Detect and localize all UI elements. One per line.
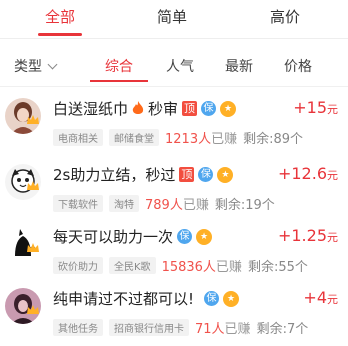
tab-simple[interactable]: 简单: [157, 6, 187, 27]
crown-icon: [27, 243, 39, 252]
bonus-icon: ★: [220, 100, 237, 117]
category-tag: 其他任务: [53, 319, 103, 336]
bonus-icon: ★: [217, 166, 234, 183]
remaining-count: 剩余:19个: [214, 198, 275, 213]
category-tag: 下载软件: [53, 195, 103, 212]
earned-label: 已赚: [215, 260, 242, 275]
divider: [0, 86, 348, 87]
fire-icon: [132, 101, 144, 114]
app-tag: 招商银行信用卡: [109, 319, 189, 336]
sort-active-indicator: [90, 80, 148, 82]
earned-label: 已赚: [211, 132, 238, 147]
earned-count: 1213人: [165, 132, 212, 147]
app-tag: 全民K歌: [109, 257, 156, 274]
reward-amount: +15元: [293, 98, 338, 117]
category-tag: 电商相关: [53, 129, 103, 146]
category-tag: 砍价助力: [53, 257, 103, 274]
task-list-item[interactable]: 纯申请过不过都可以! 保 ★ +4元 其他任务 招商银行信用卡 71人 已赚 剩…: [0, 282, 348, 346]
task-meta-row: 电商相关 邮储食堂 1213人 已赚 剩余:89个: [53, 128, 303, 147]
remaining-count: 剩余:89个: [243, 132, 304, 147]
active-tab-indicator: [38, 33, 82, 36]
remaining-count: 剩余:7个: [256, 322, 309, 337]
earned-label: 已赚: [182, 198, 209, 213]
sort-tab-popularity[interactable]: 人气: [166, 56, 194, 76]
guarantee-icon: 保: [204, 291, 220, 306]
guarantee-icon: 保: [198, 167, 214, 182]
bonus-icon: ★: [223, 290, 240, 307]
remaining-count: 剩余:55个: [247, 260, 308, 275]
app-tag: 淘特: [109, 195, 139, 212]
reward-amount: +12.6元: [277, 164, 338, 183]
task-meta-row: 其他任务 招商银行信用卡 71人 已赚 剩余:7个: [53, 318, 308, 337]
top-tab-bar: 全部 简单 高价: [0, 0, 348, 40]
task-list-item[interactable]: 2s助力立结，秒过 顶 保 ★ +12.6元 下载软件 淘特 789人 已赚 剩…: [0, 158, 348, 222]
crown-icon: [27, 305, 39, 314]
top-badge: 顶: [182, 101, 198, 116]
crown-icon: [27, 181, 39, 190]
task-list-item[interactable]: 白送湿纸巾 秒审 顶 保 ★ +15元 电商相关 邮储食堂 1213人 已赚 剩…: [0, 92, 348, 156]
task-title-row: 白送湿纸巾 秒审 顶 保 ★: [53, 98, 237, 119]
app-tag: 邮储食堂: [109, 129, 159, 146]
bonus-icon: ★: [196, 228, 213, 245]
divider: [0, 38, 348, 39]
top-badge: 顶: [179, 167, 195, 182]
type-filter-label: 类型: [14, 59, 42, 75]
tab-high-price[interactable]: 高价: [270, 6, 300, 27]
guarantee-icon: 保: [177, 229, 193, 244]
task-title: 白送湿纸巾: [53, 100, 129, 118]
task-title: 每天可以助力一次: [53, 228, 174, 246]
chevron-down-icon: [47, 59, 58, 69]
task-title-row: 2s助力立结，秒过 顶 保 ★: [53, 164, 234, 185]
sort-tab-newest[interactable]: 最新: [225, 56, 253, 76]
reward-amount: +4元: [303, 288, 338, 307]
reward-amount: +1.25元: [277, 226, 338, 245]
task-title-suffix: 秒审: [148, 100, 179, 118]
earned-count: 71人: [195, 322, 225, 337]
sort-tab-price[interactable]: 价格: [284, 56, 312, 76]
crown-icon: [27, 115, 39, 124]
earned-label: 已赚: [224, 322, 251, 337]
task-title-row: 每天可以助力一次 保 ★: [53, 226, 213, 247]
task-title: 纯申请过不过都可以!: [53, 290, 195, 308]
task-meta-row: 砍价助力 全民K歌 15836人 已赚 剩余:55个: [53, 256, 308, 275]
task-title: 2s助力立结，秒过: [53, 166, 176, 184]
type-filter-dropdown[interactable]: 类型: [14, 56, 58, 76]
task-title-row: 纯申请过不过都可以! 保 ★: [53, 288, 240, 309]
sort-tab-comprehensive[interactable]: 综合: [105, 56, 133, 76]
earned-count: 789人: [145, 198, 183, 213]
guarantee-icon: 保: [201, 101, 217, 116]
task-meta-row: 下载软件 淘特 789人 已赚 剩余:19个: [53, 194, 275, 213]
task-list-item[interactable]: 每天可以助力一次 保 ★ +1.25元 砍价助力 全民K歌 15836人 已赚 …: [0, 220, 348, 284]
earned-count: 15836人: [161, 260, 216, 275]
sort-tab-bar: 类型 综合 人气 最新 价格: [0, 44, 348, 86]
tab-all[interactable]: 全部: [45, 6, 75, 27]
